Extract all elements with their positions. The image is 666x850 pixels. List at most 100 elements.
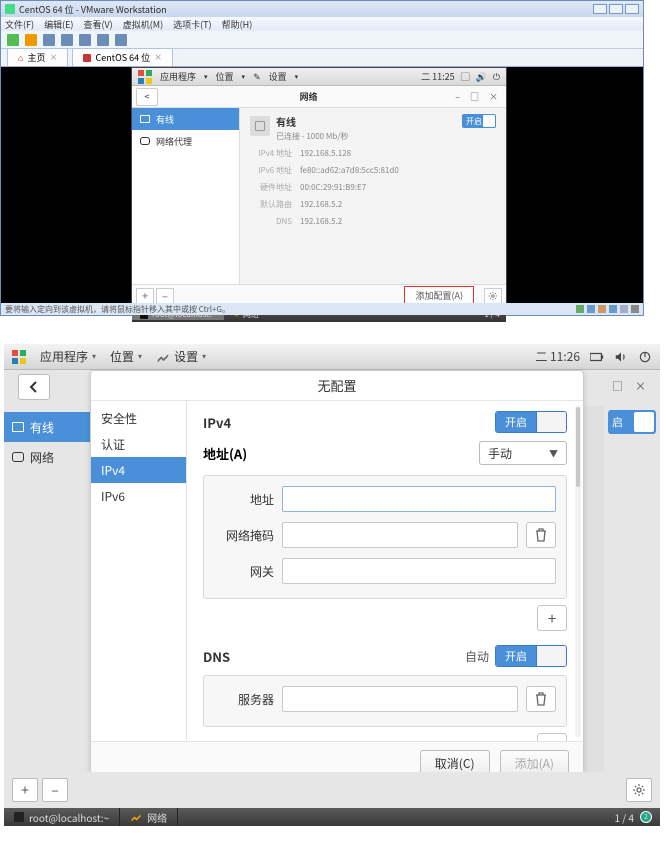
dns-heading: DNS <box>203 647 230 666</box>
back-button[interactable]: < <box>136 88 158 106</box>
delete-dns-button[interactable] <box>526 686 556 712</box>
dlg-tab-ipv4[interactable]: IPv4 <box>91 457 186 483</box>
field-label-netmask: 网络掩码 <box>214 527 274 544</box>
close-icon[interactable]: × <box>635 378 646 394</box>
workspace-icon[interactable]: 2 <box>640 811 652 823</box>
ipv4-toggle[interactable]: 开启 <box>495 411 567 433</box>
dlg-tab-ipv6[interactable]: IPv6 <box>91 483 186 509</box>
remove-profile-button[interactable]: – <box>42 778 68 802</box>
dns-auto-toggle[interactable]: 开启 <box>495 645 567 667</box>
menu-view[interactable]: 查看(V) <box>83 18 112 31</box>
connection-toggle[interactable]: 启 <box>608 410 656 434</box>
gnome-desktop: 应用程序▾ 位置▾ 设置▾ 二 11:26 □ × <box>4 344 660 826</box>
address-input[interactable] <box>282 486 556 512</box>
guest-screen: 应用程序▾ 位置▾ ✎ 设置▾ 二 11:25 ▢ 🔊 ⏻ < 网络 – □ × <box>1 67 643 303</box>
device-icon[interactable] <box>576 305 584 313</box>
device-icon[interactable] <box>620 305 628 313</box>
add-profile-button[interactable]: + <box>136 288 154 304</box>
sidebar-item-wired[interactable]: 有线 <box>132 108 239 130</box>
settings-sidebar-bg: 有线 网络 <box>4 406 90 788</box>
connection-toggle[interactable]: 开启 <box>462 114 496 128</box>
device-icon[interactable] <box>609 305 617 313</box>
device-icon[interactable] <box>587 305 595 313</box>
power-icon[interactable]: ⏻ <box>493 70 500 83</box>
sidebar-item-proxy[interactable]: 网络 <box>4 442 90 472</box>
tool-icon[interactable] <box>43 34 55 46</box>
delete-address-button[interactable] <box>526 522 556 548</box>
workspace-pager[interactable]: 1 / 4 <box>615 810 635 825</box>
tool-icon[interactable] <box>97 34 109 46</box>
display-icon <box>140 115 150 123</box>
volume-icon[interactable] <box>614 350 628 364</box>
task-network[interactable]: 网络 <box>120 808 178 826</box>
topbar-apps[interactable]: 应用程序 <box>160 70 196 83</box>
close-icon[interactable]: × <box>49 52 57 63</box>
settings-icon <box>156 350 170 364</box>
back-button[interactable] <box>18 374 50 400</box>
sidebar-item-proxy[interactable]: 网络代理 <box>132 130 239 152</box>
scrollbar[interactable] <box>575 405 581 737</box>
play-icon[interactable] <box>7 34 19 46</box>
display-icon <box>12 422 24 432</box>
maximize-icon[interactable]: □ <box>470 90 479 103</box>
address-block: 地址 网络掩码 网关 <box>203 475 567 599</box>
menu-tabs[interactable]: 选项卡(T) <box>173 18 211 31</box>
tab-guest[interactable]: CentOS 64 位 × <box>72 48 173 66</box>
pause-icon[interactable] <box>25 34 37 46</box>
menu-file[interactable]: 文件(F) <box>5 18 34 31</box>
task-label: root@localhost:~ <box>29 810 109 825</box>
proxy-icon <box>12 452 24 462</box>
device-icon[interactable] <box>631 305 639 313</box>
activities-icon[interactable] <box>138 70 152 84</box>
gnome-taskbar: root@localhost:~ 网络 1 / 4 2 <box>4 808 660 826</box>
dialog-title: 无配置 <box>91 371 583 401</box>
sidebar-item-label: 有线 <box>30 419 54 436</box>
add-profile-button[interactable]: + <box>12 778 38 802</box>
kv-key: 硬件地址 <box>250 182 292 193</box>
proxy-icon <box>140 137 150 145</box>
sidebar-item-label: 有线 <box>156 113 174 126</box>
topbar-apps[interactable]: 应用程序 <box>40 348 88 365</box>
close-icon[interactable]: × <box>489 90 498 103</box>
menu-edit[interactable]: 编辑(E) <box>44 18 73 31</box>
gateway-input[interactable] <box>282 558 556 584</box>
tab-home[interactable]: ⌂ 主页 × <box>7 48 68 66</box>
minimize-button[interactable] <box>593 4 607 14</box>
address-heading: 地址(A) <box>203 444 247 463</box>
netmask-input[interactable] <box>282 522 518 548</box>
topbar-time: 二 11:26 <box>535 348 580 365</box>
volume-icon[interactable]: 🔊 <box>476 70 487 83</box>
dns-server-input[interactable] <box>282 686 518 712</box>
tool-icon[interactable] <box>79 34 91 46</box>
chevron-down-icon: ▼ <box>549 447 558 460</box>
power-icon[interactable] <box>638 350 652 364</box>
sidebar-item-wired[interactable]: 有线 <box>4 412 90 442</box>
tool-icon[interactable] <box>61 34 73 46</box>
topbar-settings[interactable]: 设置 <box>174 348 198 365</box>
menu-vm[interactable]: 虚拟机(M) <box>123 18 163 31</box>
topbar-settings[interactable]: 设置 <box>269 70 287 83</box>
task-terminal[interactable]: root@localhost:~ <box>4 808 120 826</box>
topbar-places[interactable]: 位置 <box>110 348 134 365</box>
maximize-icon[interactable]: □ <box>612 378 623 394</box>
remove-profile-button[interactable]: – <box>156 288 174 304</box>
minimize-icon[interactable]: – <box>455 90 460 103</box>
menu-help[interactable]: 帮助(H) <box>222 18 253 31</box>
kv-key: IPv4 地址 <box>250 148 292 159</box>
trash-icon <box>535 528 547 542</box>
address-mode-select[interactable]: 手动 ▼ <box>479 441 567 465</box>
close-icon[interactable]: × <box>154 52 162 63</box>
gear-button[interactable] <box>484 288 502 304</box>
maximize-button[interactable] <box>609 4 623 14</box>
dlg-tab-security[interactable]: 安全性 <box>91 405 186 431</box>
kv-key: DNS <box>250 216 292 227</box>
activities-icon[interactable] <box>12 350 26 364</box>
add-dns-button[interactable]: + <box>537 733 567 741</box>
add-address-button[interactable]: + <box>537 605 567 631</box>
close-button[interactable] <box>625 4 639 14</box>
dlg-tab-auth[interactable]: 认证 <box>91 431 186 457</box>
device-icon[interactable] <box>598 305 606 313</box>
tool-icon[interactable] <box>115 34 127 46</box>
gear-button[interactable] <box>626 778 652 802</box>
topbar-places[interactable]: 位置 <box>216 70 234 83</box>
